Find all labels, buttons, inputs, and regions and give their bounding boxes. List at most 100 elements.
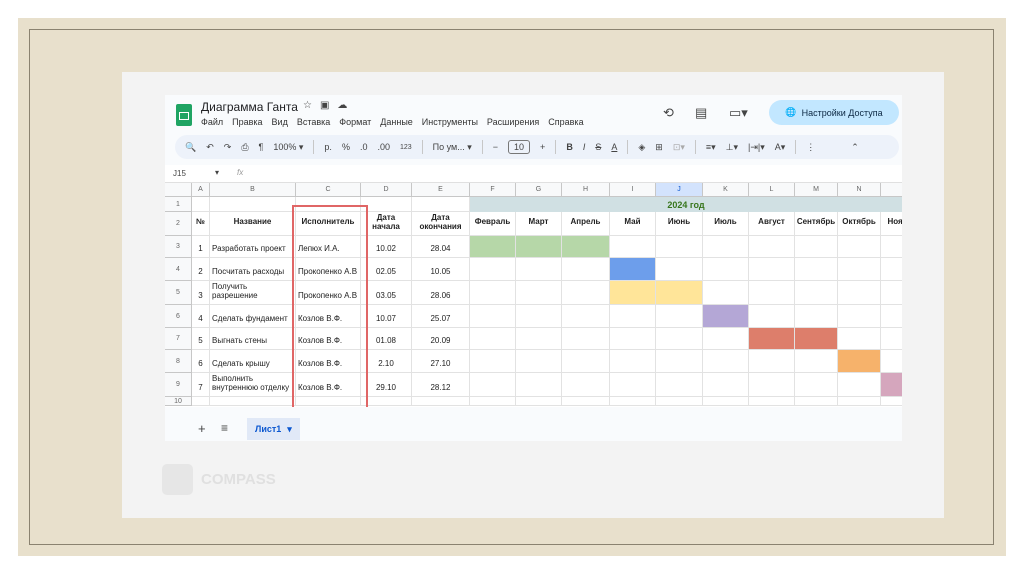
- task-name[interactable]: Сделать крышу: [210, 350, 296, 373]
- search-icon[interactable]: 🔍: [185, 142, 196, 153]
- cell[interactable]: [361, 197, 412, 212]
- month-header[interactable]: Апрель: [562, 212, 610, 236]
- cell[interactable]: [795, 281, 838, 305]
- collapse-toolbar-icon[interactable]: ⌃: [851, 142, 859, 153]
- cell[interactable]: [881, 281, 902, 305]
- task-number[interactable]: 3: [192, 281, 210, 305]
- column-header[interactable]: F: [470, 183, 516, 197]
- column-title[interactable]: Дата окончания: [412, 212, 470, 236]
- bold-button[interactable]: B: [566, 142, 573, 152]
- month-header[interactable]: Июль: [703, 212, 749, 236]
- column-header[interactable]: G: [516, 183, 562, 197]
- gantt-bar-cell[interactable]: [516, 236, 562, 258]
- cell[interactable]: [470, 258, 516, 281]
- cell[interactable]: [703, 350, 749, 373]
- task-name[interactable]: Разработать проект: [210, 236, 296, 258]
- italic-button[interactable]: I: [583, 142, 586, 152]
- task-start-date[interactable]: 03.05: [361, 281, 412, 305]
- font-size-decrease-button[interactable]: −: [493, 142, 498, 152]
- task-end-date[interactable]: 27.10: [412, 350, 470, 373]
- cell[interactable]: [562, 305, 610, 328]
- row-header[interactable]: 10: [165, 397, 192, 406]
- increase-decimal-button[interactable]: .00: [377, 142, 390, 152]
- cell[interactable]: [516, 258, 562, 281]
- year-header[interactable]: 2024 год: [470, 197, 902, 212]
- column-header[interactable]: L: [749, 183, 795, 197]
- column-header[interactable]: N: [838, 183, 881, 197]
- menu-item[interactable]: Формат: [339, 117, 371, 127]
- cell[interactable]: [881, 236, 902, 258]
- cell[interactable]: [210, 397, 296, 406]
- column-title[interactable]: Дата начала: [361, 212, 412, 236]
- column-title[interactable]: Название: [210, 212, 296, 236]
- cell[interactable]: [881, 305, 902, 328]
- row-header[interactable]: 8: [165, 350, 192, 373]
- task-number[interactable]: 4: [192, 305, 210, 328]
- font-select[interactable]: По ум... ▾: [433, 142, 472, 153]
- cell[interactable]: [470, 350, 516, 373]
- cell[interactable]: [470, 397, 516, 406]
- decrease-decimal-button[interactable]: .0: [360, 142, 368, 152]
- gantt-bar-cell[interactable]: [610, 281, 656, 305]
- task-end-date[interactable]: 20.09: [412, 328, 470, 350]
- column-header[interactable]: H: [562, 183, 610, 197]
- percent-format-button[interactable]: %: [342, 142, 350, 152]
- task-name[interactable]: Посчитать расходы: [210, 258, 296, 281]
- cell[interactable]: [795, 350, 838, 373]
- task-end-date[interactable]: 10.05: [412, 258, 470, 281]
- more-icon[interactable]: ⋮: [806, 142, 815, 153]
- column-header[interactable]: I: [610, 183, 656, 197]
- paint-format-icon[interactable]: ¶: [259, 142, 264, 152]
- gantt-bar-cell[interactable]: [610, 258, 656, 281]
- cell[interactable]: [795, 373, 838, 397]
- cell[interactable]: [610, 305, 656, 328]
- cell[interactable]: [610, 328, 656, 350]
- task-name[interactable]: Получить разрешение: [210, 281, 296, 305]
- cell[interactable]: [795, 305, 838, 328]
- gantt-bar-cell[interactable]: [881, 373, 902, 397]
- month-header[interactable]: Август: [749, 212, 795, 236]
- task-start-date[interactable]: 29.10: [361, 373, 412, 397]
- meet-icon[interactable]: ▭▾: [729, 105, 748, 121]
- task-name[interactable]: Сделать фундамент: [210, 305, 296, 328]
- gantt-bar-cell[interactable]: [703, 305, 749, 328]
- redo-icon[interactable]: ↷: [224, 142, 232, 153]
- row-header[interactable]: 6: [165, 305, 192, 328]
- cell[interactable]: [470, 281, 516, 305]
- cloud-status-icon[interactable]: ☁: [337, 100, 355, 111]
- menu-item[interactable]: Файл: [201, 117, 223, 127]
- cell[interactable]: [656, 397, 703, 406]
- column-header[interactable]: B: [210, 183, 296, 197]
- cell[interactable]: [795, 236, 838, 258]
- task-name[interactable]: Выгнать стены: [210, 328, 296, 350]
- menu-item[interactable]: Данные: [380, 117, 413, 127]
- cell[interactable]: [703, 328, 749, 350]
- cell[interactable]: [516, 328, 562, 350]
- menu-item[interactable]: Справка: [548, 117, 583, 127]
- row-header[interactable]: 1: [165, 197, 192, 212]
- cell[interactable]: [470, 328, 516, 350]
- cell[interactable]: [610, 236, 656, 258]
- gantt-bar-cell[interactable]: [749, 328, 795, 350]
- menu-item[interactable]: Правка: [232, 117, 262, 127]
- row-header[interactable]: 5: [165, 281, 192, 305]
- column-header[interactable]: K: [703, 183, 749, 197]
- task-start-date[interactable]: 02.05: [361, 258, 412, 281]
- month-header[interactable]: Февраль: [470, 212, 516, 236]
- font-size-increase-button[interactable]: +: [540, 142, 545, 152]
- month-header[interactable]: Ноябрь: [881, 212, 902, 236]
- text-rotation-icon[interactable]: A▾: [775, 142, 786, 153]
- cell[interactable]: [881, 328, 902, 350]
- cell[interactable]: [795, 258, 838, 281]
- share-button[interactable]: 🌐 Настройки Доступа: [769, 100, 899, 125]
- cell[interactable]: [749, 305, 795, 328]
- row-header[interactable]: 4: [165, 258, 192, 281]
- zoom-select[interactable]: 100% ▾: [273, 142, 303, 153]
- cell[interactable]: [192, 397, 210, 406]
- cell[interactable]: [656, 236, 703, 258]
- cell[interactable]: [656, 373, 703, 397]
- task-end-date[interactable]: 28.06: [412, 281, 470, 305]
- move-folder-icon[interactable]: ▣: [320, 100, 337, 111]
- menu-item[interactable]: Вставка: [297, 117, 330, 127]
- merge-cells-icon[interactable]: ⊡▾: [673, 142, 685, 153]
